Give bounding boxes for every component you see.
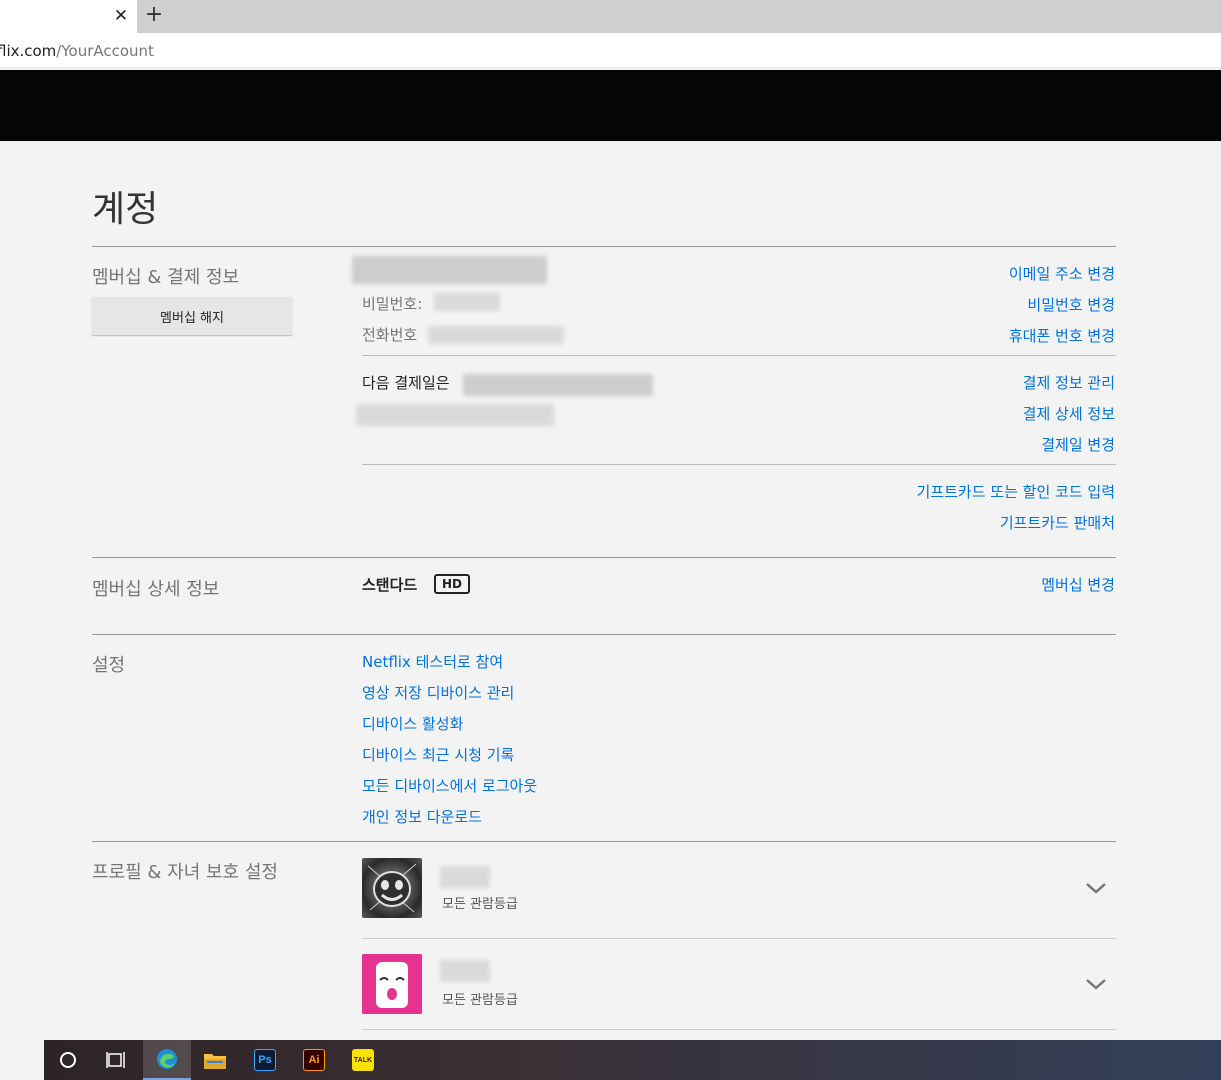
divider xyxy=(362,938,1116,939)
cancel-membership-button[interactable]: 멤버십 해지 xyxy=(92,297,292,335)
site-header xyxy=(0,70,1221,141)
task-view-icon[interactable] xyxy=(92,1040,140,1080)
edge-logo-icon xyxy=(157,1049,177,1069)
start-button[interactable] xyxy=(0,1040,44,1080)
phone-label: 전화번호 xyxy=(362,326,418,344)
redacted-password xyxy=(434,293,500,311)
divider xyxy=(92,634,1116,635)
edge-browser-icon[interactable] xyxy=(143,1040,191,1080)
redacted-profile-name xyxy=(440,960,490,982)
illustrator-icon[interactable]: Ai xyxy=(290,1040,338,1080)
plan-section-title: 멤버십 상세 정보 xyxy=(92,579,220,600)
profile-rating: 모든 관람등급 xyxy=(442,993,518,1008)
page-title: 계정 xyxy=(92,189,159,230)
membership-section-title: 멤버십 & 결제 정보 xyxy=(92,267,240,288)
profile-avatar[interactable] xyxy=(362,954,422,1014)
divider xyxy=(92,841,1116,842)
profiles-section-title: 프로필 & 자녀 보호 설정 xyxy=(92,862,278,883)
browser-tab-bar: ✕ + xyxy=(0,0,1221,33)
skull-face-icon xyxy=(367,863,417,913)
redacted-profile-name xyxy=(440,866,490,888)
password-label: 비밀번호: xyxy=(362,295,423,313)
manage-payment-link[interactable]: 결제 정보 관리 xyxy=(1023,372,1115,393)
test-participation-link[interactable]: Netflix 테스터로 참여 xyxy=(362,651,503,672)
gift-card-retailers-link[interactable]: 기프트카드 판매처 xyxy=(1000,512,1115,533)
divider xyxy=(92,246,1116,247)
browser-tab[interactable]: ✕ xyxy=(0,0,137,33)
divider xyxy=(362,1029,1116,1030)
change-password-link[interactable]: 비밀번호 변경 xyxy=(1027,294,1115,315)
download-personal-info-link[interactable]: 개인 정보 다운로드 xyxy=(362,806,482,827)
redacted-email xyxy=(352,256,547,284)
redacted-payment-method xyxy=(356,404,554,426)
download-devices-link[interactable]: 영상 저장 디바이스 관리 xyxy=(362,682,514,703)
recent-device-activity-link[interactable]: 디바이스 최근 시청 기록 xyxy=(362,744,514,765)
illustrator-label: Ai xyxy=(303,1049,325,1071)
redacted-billing-date xyxy=(463,374,653,396)
divider xyxy=(362,464,1116,465)
next-billing-label: 다음 결제일은 xyxy=(362,374,450,392)
photoshop-label: Ps xyxy=(254,1049,276,1071)
kakaotalk-label: TALK xyxy=(352,1049,374,1071)
billing-details-link[interactable]: 결제 상세 정보 xyxy=(1023,403,1115,424)
kakaotalk-icon[interactable]: TALK xyxy=(339,1040,387,1080)
smiling-face-icon xyxy=(362,954,422,1014)
search-circle-icon[interactable] xyxy=(44,1040,92,1080)
change-plan-link[interactable]: 멤버십 변경 xyxy=(1041,574,1115,595)
url-host: flix.com xyxy=(0,42,57,60)
new-tab-button[interactable]: + xyxy=(143,2,165,28)
url-path: /YourAccount xyxy=(56,42,154,60)
settings-section-title: 설정 xyxy=(92,655,126,676)
photoshop-icon[interactable]: Ps xyxy=(241,1040,289,1080)
change-billing-date-link[interactable]: 결제일 변경 xyxy=(1041,434,1115,455)
file-explorer-icon[interactable] xyxy=(191,1040,239,1080)
url-text[interactable]: flix.com/YourAccount xyxy=(0,42,154,60)
plan-name: 스탠다드 xyxy=(362,576,418,594)
profile-rating: 모든 관람등급 xyxy=(442,897,518,912)
chevron-down-icon[interactable] xyxy=(1084,972,1108,996)
chevron-down-icon[interactable] xyxy=(1084,876,1108,900)
hd-badge: HD xyxy=(434,574,470,594)
task-view-glyph xyxy=(106,1052,125,1068)
sign-out-all-devices-link[interactable]: 모든 디바이스에서 로그아웃 xyxy=(362,775,537,796)
folder-icon xyxy=(204,1054,226,1069)
close-tab-icon[interactable]: ✕ xyxy=(110,4,132,28)
redacted-phone xyxy=(428,326,564,344)
profile-avatar[interactable] xyxy=(362,858,422,918)
redeem-gift-code-link[interactable]: 기프트카드 또는 할인 코드 입력 xyxy=(917,481,1115,502)
cortana-icon xyxy=(60,1052,76,1068)
activate-device-link[interactable]: 디바이스 활성화 xyxy=(362,713,463,734)
windows-taskbar: Ps Ai TALK xyxy=(0,1040,1221,1080)
change-email-link[interactable]: 이메일 주소 변경 xyxy=(1009,263,1115,284)
divider xyxy=(362,355,1116,356)
address-bar[interactable]: flix.com/YourAccount xyxy=(0,33,1221,68)
change-phone-link[interactable]: 휴대폰 번호 변경 xyxy=(1009,325,1115,346)
divider xyxy=(92,557,1116,558)
